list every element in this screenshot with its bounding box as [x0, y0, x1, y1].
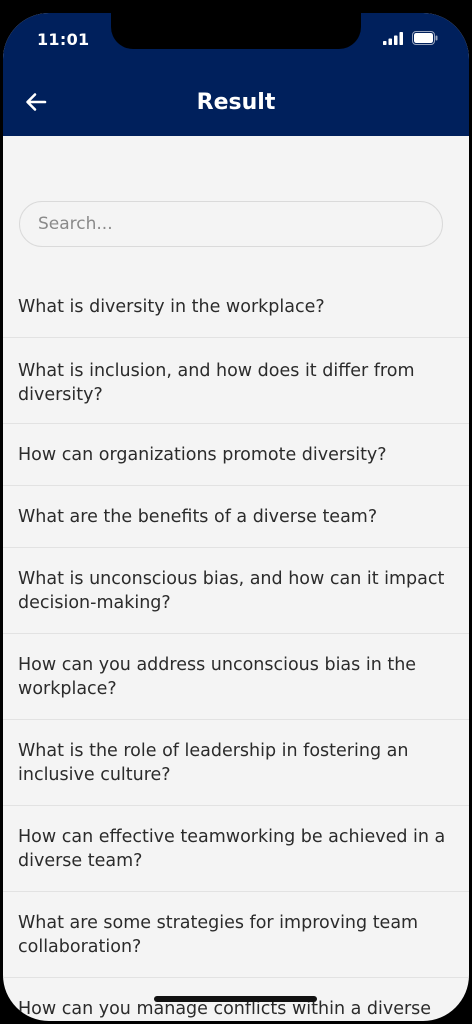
signal-icon: [383, 32, 403, 45]
phone-frame: 11:01 Result What is diversity i: [0, 0, 472, 1024]
question-text: How can you address unconscious bias in …: [18, 655, 417, 699]
question-text: What are the benefits of a diverse team?: [18, 507, 378, 527]
app-header: 11:01 Result: [3, 13, 469, 136]
question-text: What is unconscious bias, and how can it…: [18, 569, 445, 613]
question-text: What is diversity in the workplace?: [18, 297, 325, 317]
question-item-4[interactable]: What are the benefits of a diverse team?: [3, 486, 469, 548]
page-title: Result: [196, 90, 276, 115]
status-time: 11:01: [37, 30, 90, 49]
question-text: What is the role of leadership in foster…: [18, 741, 409, 785]
battery-icon: [412, 31, 438, 45]
question-text: What are some strategies for improving t…: [18, 913, 419, 957]
question-text: What is inclusion, and how does it diffe…: [18, 361, 415, 405]
question-item-6[interactable]: How can you address unconscious bias in …: [3, 634, 469, 720]
question-item-9[interactable]: What are some strategies for improving t…: [3, 892, 469, 978]
question-item-7[interactable]: What is the role of leadership in foster…: [3, 720, 469, 806]
home-indicator[interactable]: [154, 996, 317, 1002]
search-input[interactable]: [38, 202, 428, 246]
question-text: How can effective teamworking be achieve…: [18, 827, 446, 871]
question-item-3[interactable]: How can organizations promote diversity?: [3, 424, 469, 486]
question-text: How can organizations promote diversity?: [18, 445, 387, 465]
question-item-5[interactable]: What is unconscious bias, and how can it…: [3, 548, 469, 634]
question-item-8[interactable]: How can effective teamworking be achieve…: [3, 806, 469, 892]
app-screen: 11:01 Result What is diversity i: [3, 13, 469, 1021]
search-field[interactable]: [19, 201, 443, 247]
device-notch: [111, 13, 361, 49]
question-item-1[interactable]: What is diversity in the workplace?: [3, 274, 469, 338]
question-item-2[interactable]: What is inclusion, and how does it diffe…: [3, 338, 469, 424]
